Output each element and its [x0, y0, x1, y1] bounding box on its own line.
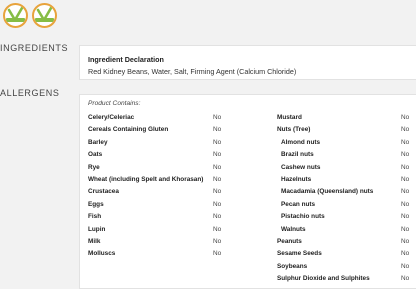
- allergen-name: Almond nuts: [281, 138, 321, 146]
- allergen-name: Fish: [88, 213, 102, 221]
- allergen-name: Barley: [88, 138, 108, 146]
- allergen-row: Fish No: [88, 213, 238, 225]
- allergen-row: Sulphur Dioxide and Sulphites No: [277, 275, 416, 287]
- allergen-value: No: [401, 200, 410, 208]
- allergen-value: No: [401, 175, 410, 183]
- allergen-name: Peanuts: [277, 237, 302, 245]
- allergen-value: No: [401, 237, 410, 245]
- allergen-row: Eggs No: [88, 201, 238, 213]
- allergen-value: No: [213, 138, 222, 146]
- allergen-value: No: [213, 213, 222, 221]
- allergen-name: Macadamia (Queensland) nuts: [281, 188, 374, 196]
- allergen-row: Oats No: [88, 151, 238, 163]
- allergen-name: Brazil nuts: [281, 151, 314, 159]
- badge-banner: [35, 18, 54, 22]
- allergen-value: No: [213, 175, 222, 183]
- allergen-value: No: [213, 237, 222, 245]
- allergen-name: Celery/Celeriac: [88, 114, 135, 121]
- allergen-row: Walnuts No: [277, 226, 416, 238]
- allergen-row: Molluscs No: [88, 250, 238, 262]
- allergen-row: Barley No: [88, 139, 238, 151]
- allergen-row: Soybeans No: [277, 263, 416, 275]
- product-contains-label: Product Contains:: [88, 100, 141, 107]
- allergen-row: Rye No: [88, 164, 238, 176]
- allergens-left-column: Celery/Celeriac No Cereals Containing Glu…: [88, 114, 238, 263]
- allergen-value: No: [401, 213, 410, 221]
- allergen-row: Celery/Celeriac No: [88, 114, 238, 126]
- allergen-value: No: [213, 151, 222, 159]
- ingredients-panel: Ingredient Declaration Red Kidney Beans,…: [79, 45, 416, 80]
- allergen-name: Soybeans: [277, 262, 308, 270]
- allergen-value: No: [213, 250, 222, 258]
- allergen-value: No: [401, 275, 410, 283]
- allergen-name: Hazelnuts: [281, 175, 312, 183]
- allergen-row: Hazelnuts No: [277, 176, 416, 188]
- allergen-row: Cereals Containing Gluten No: [88, 126, 238, 138]
- allergen-name: Lupin: [88, 225, 106, 233]
- allergen-value: No: [213, 114, 222, 121]
- allergen-row: Macadamia (Queensland) nuts No: [277, 188, 416, 200]
- allergen-row: Wheat (including Spelt and Khorasan) No: [88, 176, 238, 188]
- allergen-value: No: [213, 126, 222, 134]
- allergen-value: No: [213, 225, 222, 233]
- ingredient-declaration-title: Ingredient Declaration: [88, 55, 164, 64]
- allergen-name: Sulphur Dioxide and Sulphites: [277, 275, 370, 283]
- allergen-row: Sesame Seeds No: [277, 250, 416, 262]
- allergen-row: Milk No: [88, 238, 238, 250]
- allergen-value: No: [213, 163, 222, 171]
- allergens-right-column: Mustard No Nuts (Tree) No Almond nuts No Br…: [277, 114, 416, 287]
- allergen-name: Milk: [88, 237, 101, 245]
- allergen-row: Nuts (Tree) No: [277, 126, 416, 138]
- allergen-value: No: [401, 262, 410, 270]
- allergen-name: Wheat (including Spelt and Khorasan): [88, 175, 204, 183]
- badge-banner: [6, 18, 25, 22]
- allergen-name: Nuts (Tree): [277, 126, 311, 134]
- allergen-row: Lupin No: [88, 226, 238, 238]
- allergen-name: Eggs: [88, 200, 104, 208]
- vegan-badge: [32, 3, 57, 28]
- allergen-value: No: [401, 188, 410, 196]
- allergens-panel: Product Contains: Celery/Celeriac No Cere…: [79, 94, 416, 289]
- allergen-row: Brazil nuts No: [277, 151, 416, 163]
- allergen-row: Almond nuts No: [277, 139, 416, 151]
- checkmark-v-icon: [36, 6, 53, 22]
- allergen-name: Pecan nuts: [281, 200, 316, 208]
- allergen-value: No: [401, 163, 410, 171]
- allergen-row: Pecan nuts No: [277, 201, 416, 213]
- allergen-name: Pistachio nuts: [281, 213, 325, 221]
- allergen-name: Cereals Containing Gluten: [88, 126, 169, 134]
- allergen-value: No: [401, 250, 410, 258]
- allergen-value: No: [401, 225, 410, 233]
- ingredient-declaration-text: Red Kidney Beans, Water, Salt, Firming A…: [88, 67, 297, 76]
- allergen-row: Pistachio nuts No: [277, 213, 416, 225]
- allergen-value: No: [213, 188, 222, 196]
- allergen-name: Sesame Seeds: [277, 250, 322, 258]
- allergen-name: Mustard: [277, 114, 302, 121]
- allergen-name: Cashew nuts: [281, 163, 321, 171]
- allergen-value: No: [213, 200, 222, 208]
- allergen-name: Crustacea: [88, 188, 119, 196]
- allergen-name: Oats: [88, 151, 103, 159]
- allergen-name: Rye: [88, 163, 100, 171]
- vegetarian-badge: [3, 3, 28, 28]
- checkmark-v-icon: [7, 6, 24, 22]
- allergen-row: Peanuts No: [277, 238, 416, 250]
- allergen-value: No: [401, 151, 410, 159]
- allergen-row: Mustard No: [277, 114, 416, 126]
- allergen-row: Crustacea No: [88, 188, 238, 200]
- allergen-name: Walnuts: [281, 225, 306, 233]
- allergen-row: Cashew nuts No: [277, 164, 416, 176]
- allergen-value: No: [401, 126, 410, 134]
- allergen-value: No: [401, 114, 410, 121]
- allergens-section-label: ALLERGENS: [0, 88, 60, 98]
- allergen-name: Molluscs: [88, 250, 116, 258]
- allergen-value: No: [401, 138, 410, 146]
- ingredients-section-label: INGREDIENTS: [0, 43, 69, 53]
